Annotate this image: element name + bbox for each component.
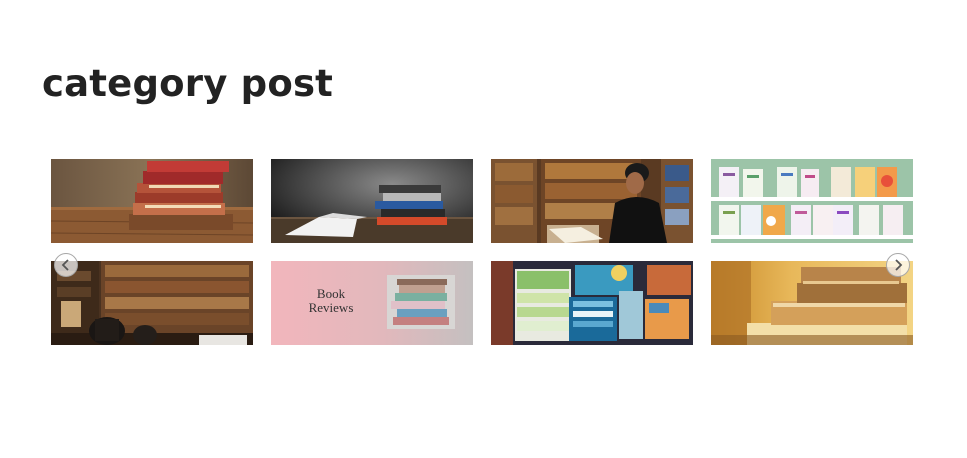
carousel-next-button[interactable] [886,253,910,277]
book-reviews-line1: Book [317,286,346,301]
chevron-left-icon [61,259,69,271]
post-thumbnail-4[interactable] [711,159,913,243]
post-thumbnail-7[interactable] [491,261,693,345]
category-post-carousel: Book Reviews [51,159,914,345]
book-reviews-line2: Reviews [309,300,354,315]
post-thumbnail-1[interactable] [51,159,253,243]
post-thumbnail-3[interactable] [491,159,693,243]
post-image-1 [51,159,253,243]
post-image-2 [271,159,473,243]
post-thumbnail-2[interactable] [271,159,473,243]
post-image-8 [711,261,913,345]
post-thumbnail-8[interactable] [711,261,913,345]
chevron-right-icon [895,259,903,271]
post-image-6: Book Reviews [271,261,473,345]
page-title: category post [42,62,334,105]
post-thumbnail-6[interactable]: Book Reviews [271,261,473,345]
post-image-4 [711,159,913,243]
carousel-prev-button[interactable] [54,253,78,277]
post-image-3 [491,159,693,243]
post-thumbnail-5[interactable] [51,261,253,345]
post-image-5 [51,261,253,345]
post-image-7 [491,261,693,345]
